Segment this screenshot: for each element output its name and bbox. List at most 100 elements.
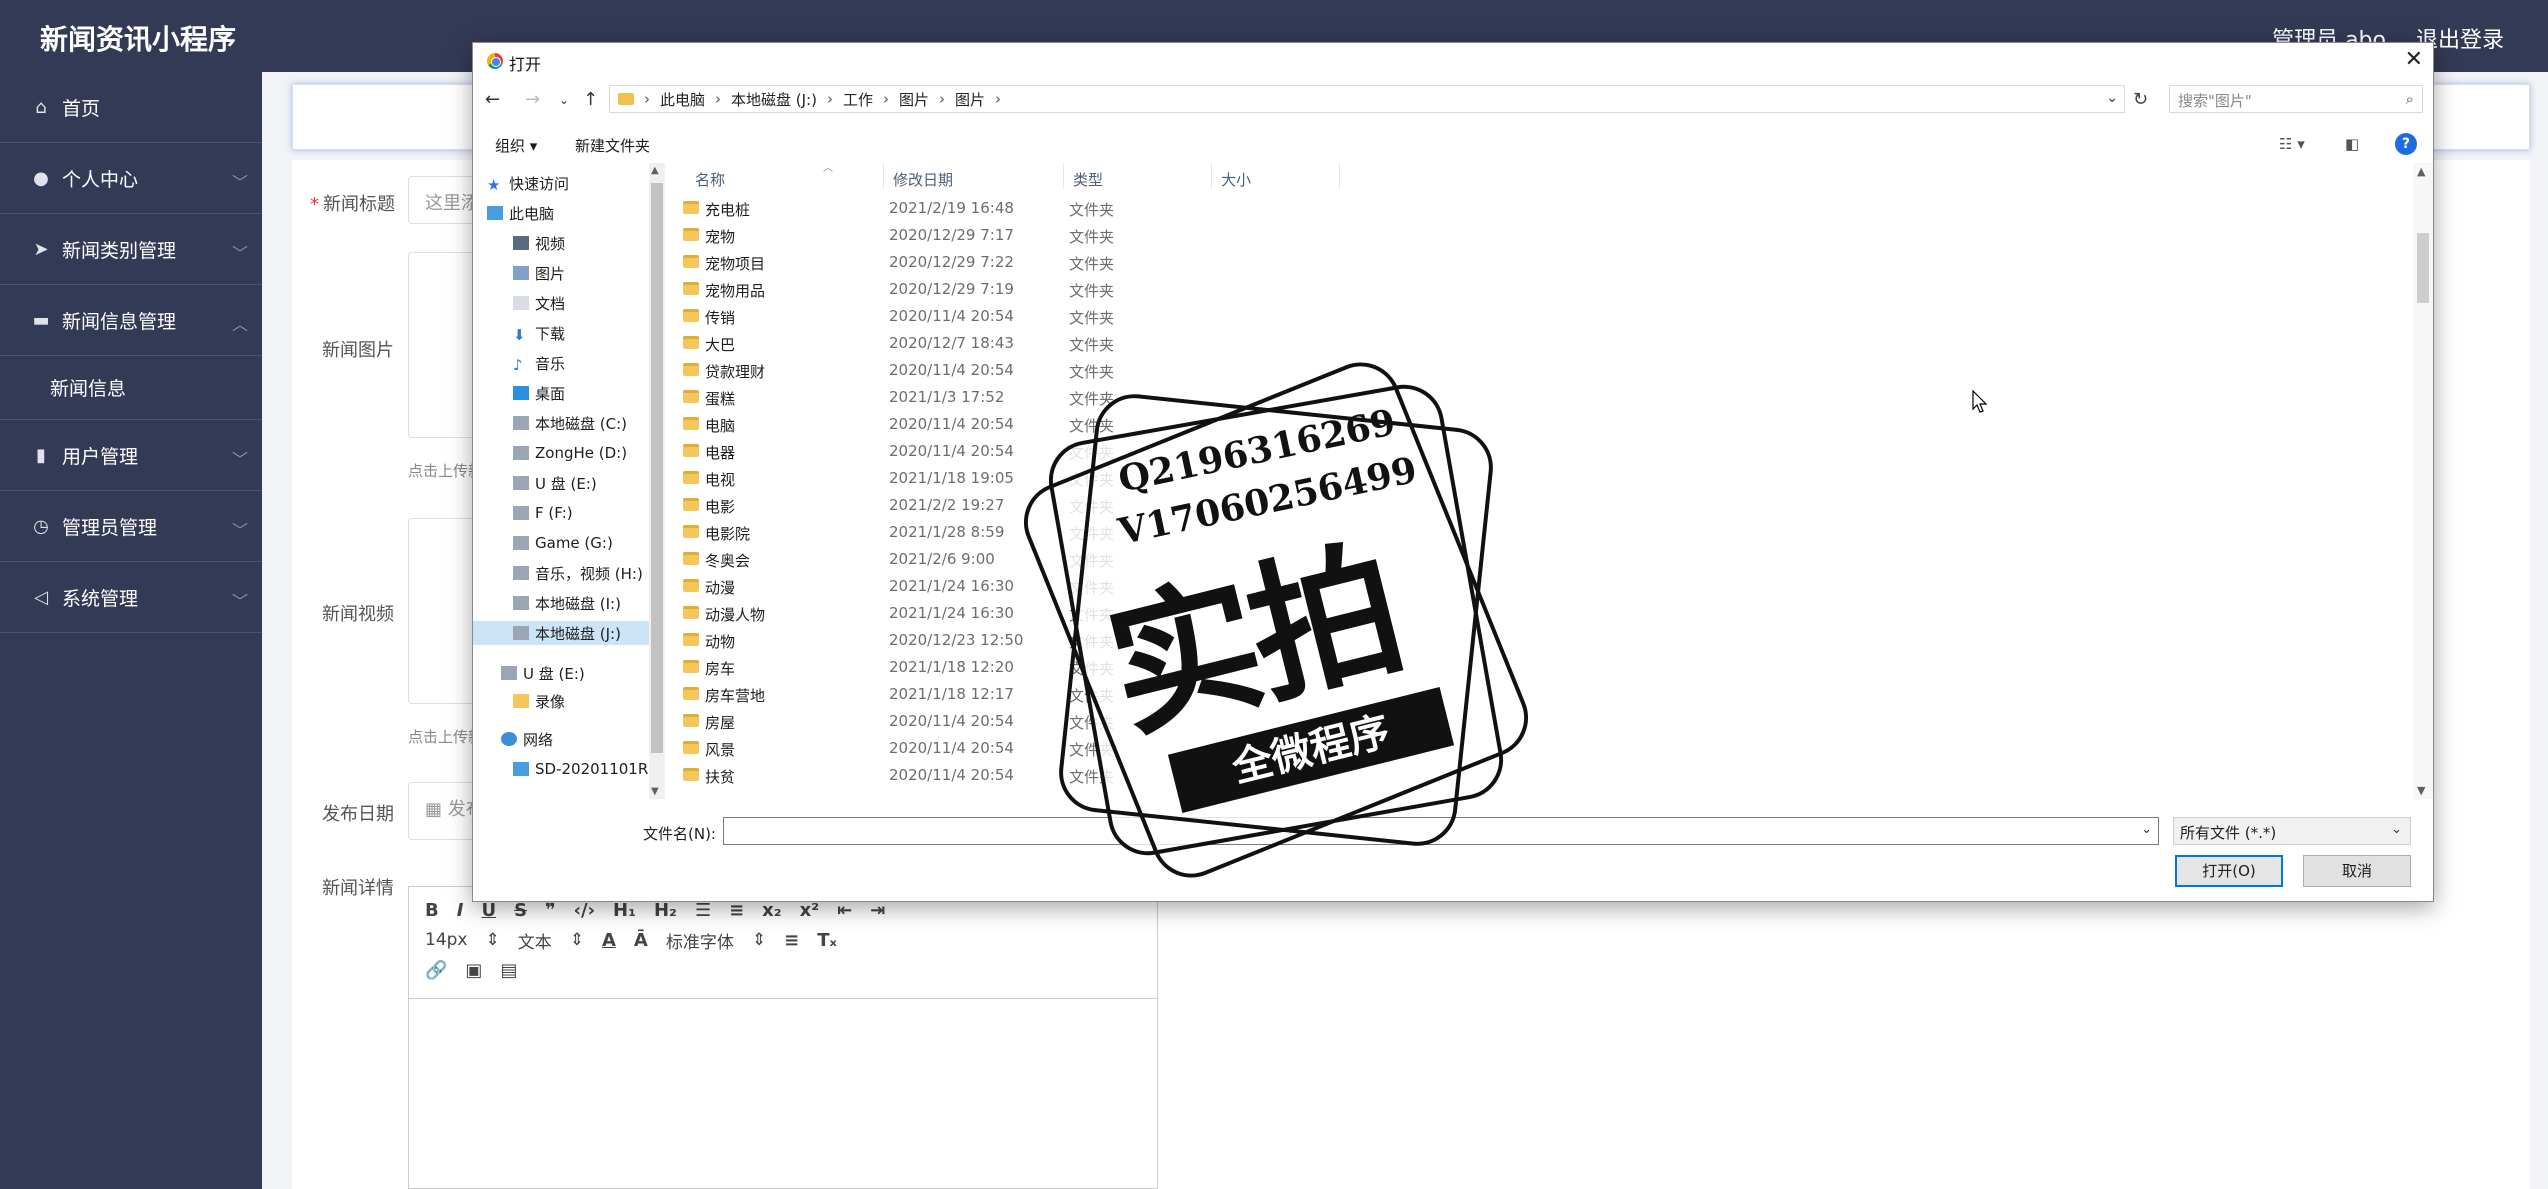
rich-text-editor[interactable]: B I U S ❞ ‹/› H₁ H₂ ☰ ≡ x₂ x² ⇤ ⇥ 14px ⇕ … bbox=[408, 886, 1158, 1189]
dialog-titlebar[interactable]: 打开 ✕ bbox=[473, 43, 2433, 79]
file-row[interactable]: 动漫 2021/1/24 16:30 文件夹 bbox=[671, 572, 2413, 599]
nav-item-drive-j[interactable]: 本地磁盘 (J:) bbox=[473, 621, 649, 645]
video-icon[interactable]: ▤ bbox=[500, 960, 517, 981]
recent-chevron-icon[interactable]: ⌄ bbox=[559, 93, 569, 107]
font-family-select[interactable]: 标准字体 bbox=[666, 928, 734, 953]
image-icon[interactable]: ▣ bbox=[465, 960, 482, 981]
scroll-up-icon[interactable]: ▲ bbox=[2417, 165, 2425, 178]
link-icon[interactable]: 🔗 bbox=[425, 960, 447, 981]
column-size[interactable]: 大小 bbox=[1221, 169, 1251, 190]
file-row[interactable]: 电脑 2020/11/4 20:54 文件夹 bbox=[671, 410, 2413, 437]
sidebar-item-news-manage[interactable]: ▬ 新闻信息管理 ︿ bbox=[0, 285, 262, 356]
font-color-button[interactable]: A bbox=[602, 930, 616, 951]
file-row[interactable]: 扶贫 2020/11/4 20:54 文件夹 bbox=[671, 761, 2413, 788]
strike-button[interactable]: S bbox=[514, 900, 527, 921]
nav-item-network[interactable]: 网络 bbox=[501, 727, 553, 751]
sidebar-item-profile[interactable]: ● 个人中心 ﹀ bbox=[0, 143, 262, 214]
file-row[interactable]: 宠物项目 2020/12/29 7:22 文件夹 bbox=[671, 248, 2413, 275]
preview-pane-icon[interactable]: ◧ bbox=[2345, 135, 2359, 153]
file-row[interactable]: 冬奥会 2021/2/6 9:00 文件夹 bbox=[671, 545, 2413, 572]
column-name[interactable]: 名称 bbox=[695, 169, 725, 190]
nav-item-downloads[interactable]: ⬇ 下载 bbox=[513, 321, 565, 345]
font-size-select[interactable]: 14px bbox=[425, 930, 467, 950]
nav-item-recordings[interactable]: 录像 bbox=[513, 689, 565, 713]
scroll-thumb[interactable] bbox=[651, 183, 663, 753]
align-button[interactable]: ≡ bbox=[784, 930, 799, 951]
breadcrumb-item[interactable]: 本地磁盘 (J:) › bbox=[731, 89, 833, 110]
help-icon[interactable]: ? bbox=[2395, 133, 2417, 155]
file-row[interactable]: 电器 2020/11/4 20:54 文件夹 bbox=[671, 437, 2413, 464]
back-arrow-icon[interactable]: ← bbox=[485, 89, 500, 110]
file-row[interactable]: 房屋 2020/11/4 20:54 文件夹 bbox=[671, 707, 2413, 734]
clear-format-button[interactable]: Tₓ bbox=[817, 930, 837, 951]
column-type[interactable]: 类型 bbox=[1073, 169, 1103, 190]
nav-item-network-pc[interactable]: SD-20201101R bbox=[513, 757, 648, 781]
scroll-up-icon[interactable]: ▲ bbox=[651, 165, 659, 176]
sidebar-item-users[interactable]: ▮ 用户管理 ﹀ bbox=[0, 420, 262, 491]
up-arrow-icon[interactable]: ↑ bbox=[583, 89, 598, 110]
file-row[interactable]: 动漫人物 2021/1/24 16:30 文件夹 bbox=[671, 599, 2413, 626]
sidebar-item-category[interactable]: ➤ 新闻类别管理 ﹀ bbox=[0, 214, 262, 285]
nav-item-videos[interactable]: 视频 bbox=[513, 231, 565, 255]
navpane-scrollbar[interactable]: ▲ ▼ bbox=[649, 163, 665, 799]
scroll-down-icon[interactable]: ▼ bbox=[651, 786, 659, 797]
bold-button[interactable]: B bbox=[425, 900, 439, 921]
sidebar-subitem-news[interactable]: 新闻信息 bbox=[0, 356, 262, 420]
nav-item-quick-access[interactable]: ★ 快速访问 bbox=[487, 171, 569, 195]
nav-item-documents[interactable]: 文档 bbox=[513, 291, 565, 315]
file-row[interactable]: 电影 2021/2/2 19:27 文件夹 bbox=[671, 491, 2413, 518]
nav-item-drive-e[interactable]: U 盘 (E:) bbox=[513, 471, 597, 495]
cancel-button[interactable]: 取消 bbox=[2303, 855, 2411, 887]
file-row[interactable]: 房车 2021/1/18 12:20 文件夹 bbox=[671, 653, 2413, 680]
h1-button[interactable]: H₁ bbox=[613, 900, 636, 921]
file-row[interactable]: 大巴 2020/12/7 18:43 文件夹 bbox=[671, 329, 2413, 356]
quote-button[interactable]: ❞ bbox=[545, 900, 556, 921]
nav-item-drive-d[interactable]: ZongHe (D:) bbox=[513, 441, 627, 465]
chevron-down-icon[interactable]: ⌄ bbox=[2141, 822, 2152, 837]
column-date[interactable]: 修改日期 bbox=[893, 169, 953, 190]
outdent-button[interactable]: ⇤ bbox=[837, 900, 852, 921]
nav-item-drive-c[interactable]: 本地磁盘 (C:) bbox=[513, 411, 627, 435]
nav-item-pictures[interactable]: 图片 bbox=[513, 261, 565, 285]
file-row[interactable]: 房车营地 2021/1/18 12:17 文件夹 bbox=[671, 680, 2413, 707]
new-folder-button[interactable]: 新建文件夹 bbox=[575, 135, 650, 156]
address-bar[interactable]: › 此电脑 › 本地磁盘 (J:) › 工作 › 图片 › 图片 › ⌄ bbox=[609, 85, 2125, 113]
indent-button[interactable]: ⇥ bbox=[870, 900, 885, 921]
close-icon[interactable]: ✕ bbox=[2405, 47, 2423, 72]
filename-input[interactable]: ⌄ bbox=[723, 817, 2159, 845]
italic-button[interactable]: I bbox=[457, 900, 464, 921]
file-row[interactable]: 动物 2020/12/23 12:50 文件夹 bbox=[671, 626, 2413, 653]
breadcrumb-item[interactable]: 图片 › bbox=[899, 89, 945, 110]
breadcrumb-item[interactable]: 此电脑 › bbox=[660, 89, 721, 110]
file-row[interactable]: 宠物 2020/12/29 7:17 文件夹 bbox=[671, 221, 2413, 248]
refresh-icon[interactable]: ↻ bbox=[2133, 89, 2148, 110]
nav-item-drive-f[interactable]: F (F:) bbox=[513, 501, 573, 525]
nav-item-this-pc[interactable]: 此电脑 bbox=[487, 201, 554, 225]
file-row[interactable]: 贷款理财 2020/11/4 20:54 文件夹 bbox=[671, 356, 2413, 383]
file-row[interactable]: 充电桩 2021/2/19 16:48 文件夹 bbox=[671, 194, 2413, 221]
file-row[interactable]: 电影院 2021/1/28 8:59 文件夹 bbox=[671, 518, 2413, 545]
nav-item-desktop[interactable]: 桌面 bbox=[513, 381, 565, 405]
forward-arrow-icon[interactable]: → bbox=[525, 89, 540, 110]
file-row[interactable]: 风景 2020/11/4 20:54 文件夹 bbox=[671, 734, 2413, 761]
scroll-down-icon[interactable]: ▼ bbox=[2417, 784, 2425, 797]
open-button[interactable]: 打开(O) bbox=[2175, 855, 2283, 887]
organize-button[interactable]: 组织 ▾ bbox=[495, 135, 537, 156]
view-options-icon[interactable]: ☷ ▾ bbox=[2279, 135, 2305, 153]
scroll-thumb[interactable] bbox=[2417, 233, 2429, 303]
text-style-select[interactable]: 文本 bbox=[518, 928, 552, 953]
filetype-select[interactable]: 所有文件 (*.*) ⌄ bbox=[2173, 817, 2411, 845]
h2-button[interactable]: H₂ bbox=[654, 900, 677, 921]
sidebar-item-admins[interactable]: ◷ 管理员管理 ﹀ bbox=[0, 491, 262, 562]
underline-button[interactable]: U bbox=[481, 900, 496, 921]
file-row[interactable]: 传销 2020/11/4 20:54 文件夹 bbox=[671, 302, 2413, 329]
nav-item-usb-e[interactable]: U 盘 (E:) bbox=[501, 661, 585, 685]
nav-item-music[interactable]: ♪ 音乐 bbox=[513, 351, 565, 375]
breadcrumb-item[interactable]: 图片 › bbox=[955, 89, 1001, 110]
subscript-button[interactable]: x₂ bbox=[762, 900, 782, 921]
breadcrumb-item[interactable]: 工作 › bbox=[843, 89, 889, 110]
nav-item-drive-i[interactable]: 本地磁盘 (I:) bbox=[513, 591, 621, 615]
chevron-down-icon[interactable]: ⌄ bbox=[2106, 90, 2118, 106]
file-list-scrollbar[interactable]: ▲ ▼ bbox=[2413, 163, 2433, 799]
sidebar-item-home[interactable]: ⌂ 首页 bbox=[0, 72, 262, 143]
